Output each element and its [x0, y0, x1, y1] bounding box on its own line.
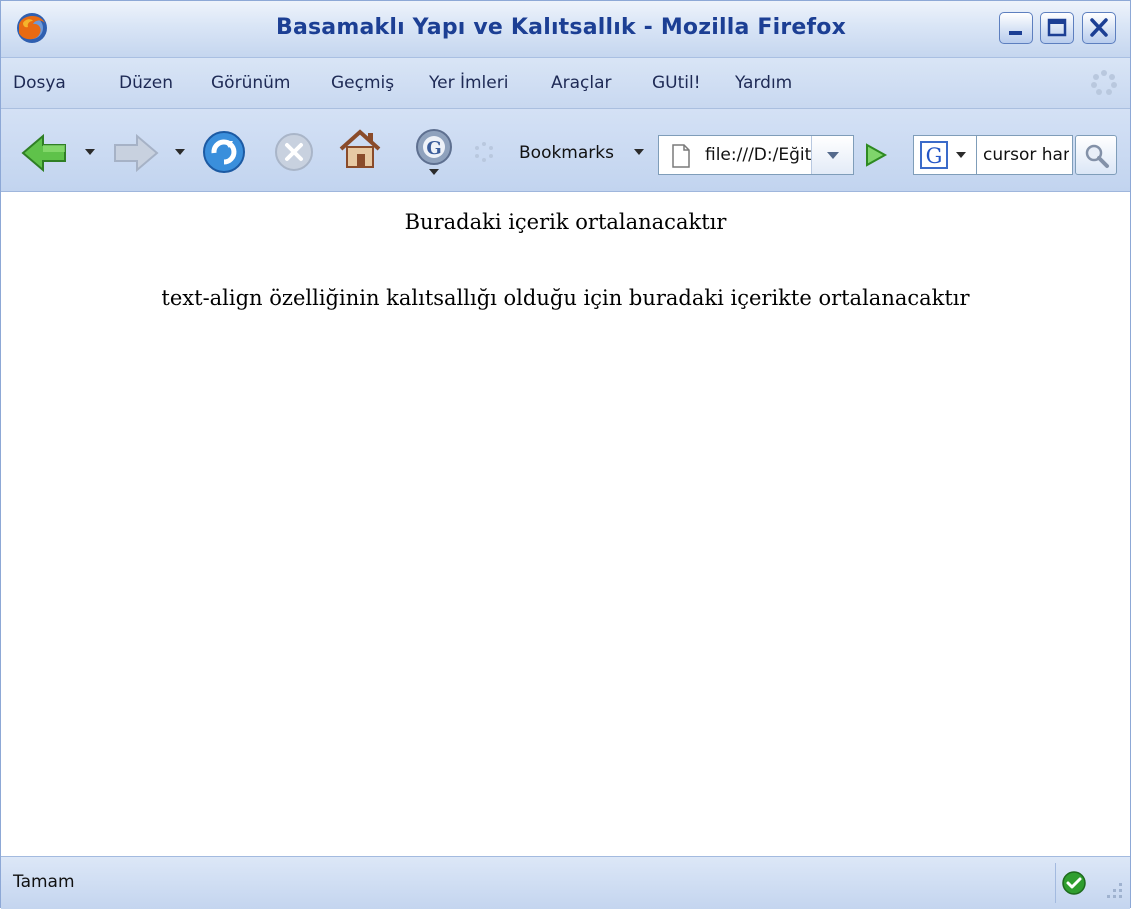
chevron-down-icon — [827, 152, 839, 159]
search-icon — [1085, 144, 1109, 168]
browser-window: Basamaklı Yapı ve Kalıtsallık - Mozilla … — [0, 0, 1131, 909]
check-icon[interactable] — [1061, 870, 1087, 896]
back-icon[interactable] — [21, 133, 69, 173]
status-bar: Tamam — [1, 856, 1130, 909]
inherited-paragraph: text-align özelliğinin kalıtsallığı oldu… — [161, 286, 970, 310]
menu-araclar[interactable]: Araçlar — [551, 73, 612, 93]
go-icon[interactable] — [861, 141, 889, 169]
svg-text:G: G — [426, 138, 441, 159]
search-input[interactable]: cursor hand — [983, 145, 1069, 165]
menu-dosya[interactable]: Dosya — [13, 73, 66, 93]
menu-yer-imleri[interactable]: Yer İmleri — [429, 73, 508, 93]
svg-text:G: G — [926, 144, 943, 168]
url-history-dropdown[interactable] — [811, 136, 853, 174]
firefox-icon[interactable] — [15, 11, 49, 45]
minimize-button[interactable] — [999, 12, 1033, 44]
bookmarks-menu[interactable]: Bookmarks — [519, 143, 614, 163]
gutil-gear-icon[interactable]: G — [411, 125, 457, 177]
throbber-icon — [1091, 70, 1117, 95]
menu-gorunum[interactable]: Görünüm — [211, 73, 290, 93]
search-field[interactable]: cursor hand — [977, 135, 1073, 175]
minimize-icon — [1009, 31, 1022, 35]
back-dropdown-icon[interactable] — [85, 149, 95, 155]
forward-dropdown-icon[interactable] — [175, 149, 185, 155]
forward-icon[interactable] — [111, 133, 159, 173]
centered-paragraph: Buradaki içerik ortalanacaktır — [404, 210, 727, 234]
stop-icon[interactable] — [273, 131, 315, 173]
reload-icon[interactable] — [201, 129, 247, 175]
menu-gutil[interactable]: GUtil! — [652, 73, 701, 93]
bookmarks-dropdown-icon[interactable] — [634, 149, 644, 155]
search-button[interactable] — [1075, 135, 1117, 175]
loading-spinner-icon — [475, 142, 493, 162]
google-icon: G — [920, 141, 948, 169]
menu-gecmis[interactable]: Geçmiş — [331, 73, 394, 93]
resize-grip-icon[interactable] — [1101, 877, 1125, 901]
window-title: Basamaklı Yapı ve Kalıtsallık - Mozilla … — [275, 15, 846, 40]
navigation-toolbar: G Bookmarks file:///D:/Eğitim/CSS/basama… — [1, 109, 1130, 192]
url-input[interactable]: file:///D:/Eğitim/CSS/basamak.html — [705, 145, 813, 165]
page-content: Buradaki içerik ortalanacaktır text-alig… — [1, 192, 1130, 856]
menu-bar: Dosya Düzen Görünüm Geçmiş Yer İmleri Ar… — [1, 58, 1130, 109]
page-icon — [672, 144, 690, 168]
menu-duzen[interactable]: Düzen — [119, 73, 173, 93]
title-bar[interactable]: Basamaklı Yapı ve Kalıtsallık - Mozilla … — [1, 1, 1130, 58]
menu-yardim[interactable]: Yardım — [735, 73, 792, 93]
search-engine-selector[interactable]: G — [913, 135, 977, 175]
close-button[interactable] — [1082, 12, 1116, 44]
home-icon[interactable] — [337, 127, 383, 173]
search-engine-dropdown-icon — [956, 152, 966, 158]
maximize-button[interactable] — [1040, 12, 1074, 44]
maximize-icon — [1047, 18, 1067, 37]
status-divider — [1055, 863, 1056, 903]
close-icon — [1090, 18, 1108, 37]
status-text: Tamam — [13, 872, 75, 892]
